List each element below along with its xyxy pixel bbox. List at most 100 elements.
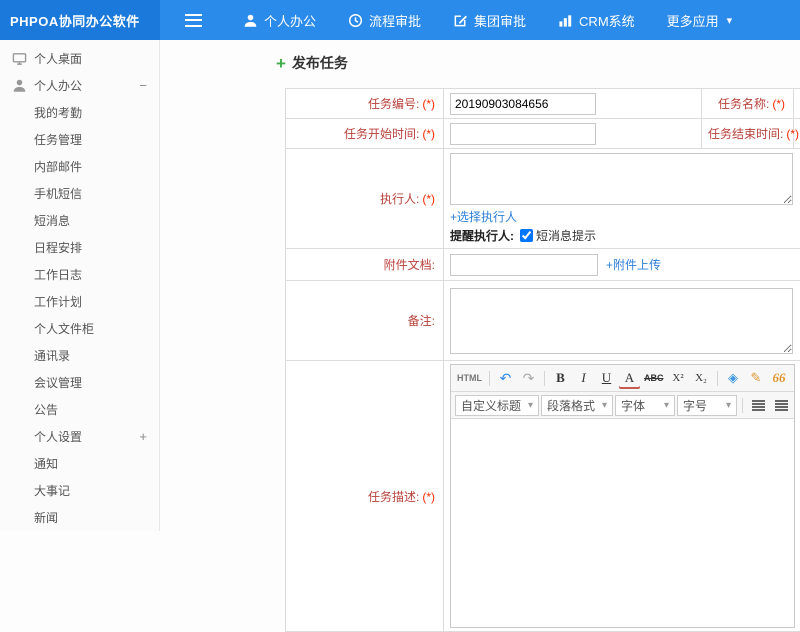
sidebar-item-label: 通讯录	[34, 347, 70, 364]
required-marker: (*)	[772, 97, 785, 111]
attachment-upload-link[interactable]: +附件上传	[606, 256, 661, 273]
sidebar-item-mobile-sms[interactable]: 手机短信	[0, 180, 159, 207]
sidebar-item-personal-office[interactable]: 个人办公 −	[0, 72, 159, 99]
editor-paragraph-format-select[interactable]: 段落格式 ▾	[541, 395, 613, 416]
nav-item-group-approval[interactable]: 集团审批	[437, 0, 542, 40]
sidebar-item-file-cabinet[interactable]: 个人文件柜	[0, 315, 159, 342]
sidebar-item-news[interactable]: 新闻	[0, 504, 159, 531]
editor-strikethrough-button[interactable]: ABC	[642, 368, 666, 389]
select-label: 自定义标题	[461, 397, 521, 414]
sidebar-item-label: 新闻	[34, 509, 58, 526]
collapse-icon[interactable]: −	[139, 72, 147, 99]
sms-remind-option-label: 短消息提示	[536, 227, 596, 244]
sidebar-item-attendance[interactable]: 我的考勤	[0, 99, 159, 126]
executor-input[interactable]	[450, 153, 793, 205]
chevron-down-icon: ▾	[727, 14, 733, 27]
sidebar-item-notice[interactable]: 通知	[0, 450, 159, 477]
sidebar-item-internal-mail[interactable]: 内部邮件	[0, 153, 159, 180]
task-number-input[interactable]	[450, 93, 596, 115]
sidebar-item-label: 个人桌面	[34, 50, 82, 67]
editor-content-area[interactable]	[451, 419, 794, 627]
menu-toggle-icon[interactable]	[185, 14, 202, 27]
remind-row: 提醒执行人: 短消息提示	[450, 227, 800, 244]
align-left-icon	[752, 400, 765, 411]
caret-down-icon: ▾	[664, 400, 669, 411]
sms-remind-checkbox[interactable]	[520, 229, 533, 242]
person-icon	[12, 78, 27, 93]
toolbar-separator	[544, 371, 545, 386]
sidebar-item-meeting-management[interactable]: 会议管理	[0, 369, 159, 396]
sidebar-item-label: 日程安排	[34, 239, 82, 256]
field-label: 任务结束时间:	[708, 127, 783, 141]
editor-font-button[interactable]: A	[619, 368, 640, 389]
sidebar-item-label: 任务管理	[34, 131, 82, 148]
sidebar-item-announcement[interactable]: 公告	[0, 396, 159, 423]
form-row-attachment: 附件文档: +附件上传	[286, 249, 800, 281]
person-icon	[243, 13, 258, 28]
editor-bold-button[interactable]: B	[550, 368, 571, 389]
field-label: 附件文档:	[384, 258, 435, 272]
nav-item-personal-office[interactable]: 个人办公	[227, 0, 332, 40]
nav-item-label: 集团审批	[474, 11, 526, 30]
nav-item-workflow-approval[interactable]: 流程审批	[332, 0, 437, 40]
editor-custom-title-select[interactable]: 自定义标题 ▾	[455, 395, 539, 416]
remark-value-cell	[444, 281, 800, 361]
editor-toolbar-row2: 自定义标题 ▾ 段落格式 ▾ 字体 ▾	[451, 392, 794, 419]
align-center-button[interactable]	[771, 395, 792, 416]
editor-blockquote-button[interactable]: 66	[769, 368, 790, 389]
editor-subscript-button[interactable]: X₂	[691, 368, 712, 389]
sidebar-item-personal-desktop[interactable]: 个人桌面	[0, 45, 159, 72]
editor-redo-button[interactable]: ↷	[518, 368, 539, 389]
nav-item-label: 流程审批	[369, 11, 421, 30]
start-time-input[interactable]	[450, 123, 596, 145]
sidebar-item-personal-settings[interactable]: 个人设置 +	[0, 423, 159, 450]
editor-format-painter-button[interactable]: ✎	[746, 368, 767, 389]
align-left-button[interactable]	[748, 395, 769, 416]
editor-superscript-button[interactable]: X²	[668, 368, 689, 389]
remind-executor-label: 提醒执行人:	[450, 227, 514, 244]
editor-underline-button[interactable]: U	[596, 368, 617, 389]
start-time-label-cell: 任务开始时间:(*)	[286, 119, 444, 149]
editor-font-size-select[interactable]: 字号 ▾	[677, 395, 737, 416]
sidebar-item-work-plan[interactable]: 工作计划	[0, 288, 159, 315]
app-logo: PHPOA协同办公软件	[0, 0, 160, 40]
nav-item-crm[interactable]: CRM系统	[542, 0, 651, 40]
form-row-task-number: 任务编号:(*) 任务名称:(*)	[286, 89, 800, 119]
field-label: 任务名称:	[718, 97, 769, 111]
sidebar-item-big-events[interactable]: 大事记	[0, 477, 159, 504]
description-label-cell: 任务描述:(*)	[286, 361, 444, 632]
required-marker: (*)	[422, 97, 435, 111]
attachment-row: +附件上传	[450, 254, 800, 276]
required-marker: (*)	[422, 490, 435, 504]
select-executor-link[interactable]: +选择执行人	[450, 210, 517, 224]
sidebar-item-task-management[interactable]: 任务管理	[0, 126, 159, 153]
editor-remove-format-button[interactable]: ◈	[723, 368, 744, 389]
editor-italic-button[interactable]: I	[573, 368, 594, 389]
expand-icon[interactable]: +	[139, 423, 147, 450]
editor-toolbar-row1: HTML ↶ ↷ B I U A ABC X² X₂	[451, 365, 794, 392]
remark-input[interactable]	[450, 288, 793, 354]
executor-value-cell: +选择执行人 提醒执行人: 短消息提示	[444, 149, 800, 249]
nav-item-more-apps[interactable]: 更多应用 ▾	[651, 0, 749, 40]
form-row-description: 任务描述:(*) HTML ↶ ↷ B I U A	[286, 361, 800, 632]
caret-down-icon: ▾	[528, 400, 533, 411]
attachment-input[interactable]	[450, 254, 598, 276]
sidebar-item-short-message[interactable]: 短消息	[0, 207, 159, 234]
executor-label-cell: 执行人:(*)	[286, 149, 444, 249]
required-marker: (*)	[786, 127, 799, 141]
form-row-time: 任务开始时间:(*) 任务结束时间:(*)	[286, 119, 800, 149]
sidebar-item-schedule[interactable]: 日程安排	[0, 234, 159, 261]
editor-font-family-select[interactable]: 字体 ▾	[615, 395, 675, 416]
sidebar-item-work-log[interactable]: 工作日志	[0, 261, 159, 288]
field-label: 任务编号:	[368, 97, 419, 111]
editor-undo-button[interactable]: ↶	[495, 368, 516, 389]
toolbar-separator	[489, 371, 490, 386]
caret-down-icon: ▾	[602, 400, 607, 411]
nav-item-label: 个人办公	[264, 11, 316, 30]
task-name-label-cell: 任务名称:(*)	[702, 89, 794, 119]
editor-html-button[interactable]: HTML	[455, 368, 484, 389]
sidebar-item-contacts[interactable]: 通讯录	[0, 342, 159, 369]
field-label: 备注:	[408, 314, 435, 328]
clock-icon	[348, 13, 363, 28]
field-label: 执行人:	[380, 192, 419, 206]
